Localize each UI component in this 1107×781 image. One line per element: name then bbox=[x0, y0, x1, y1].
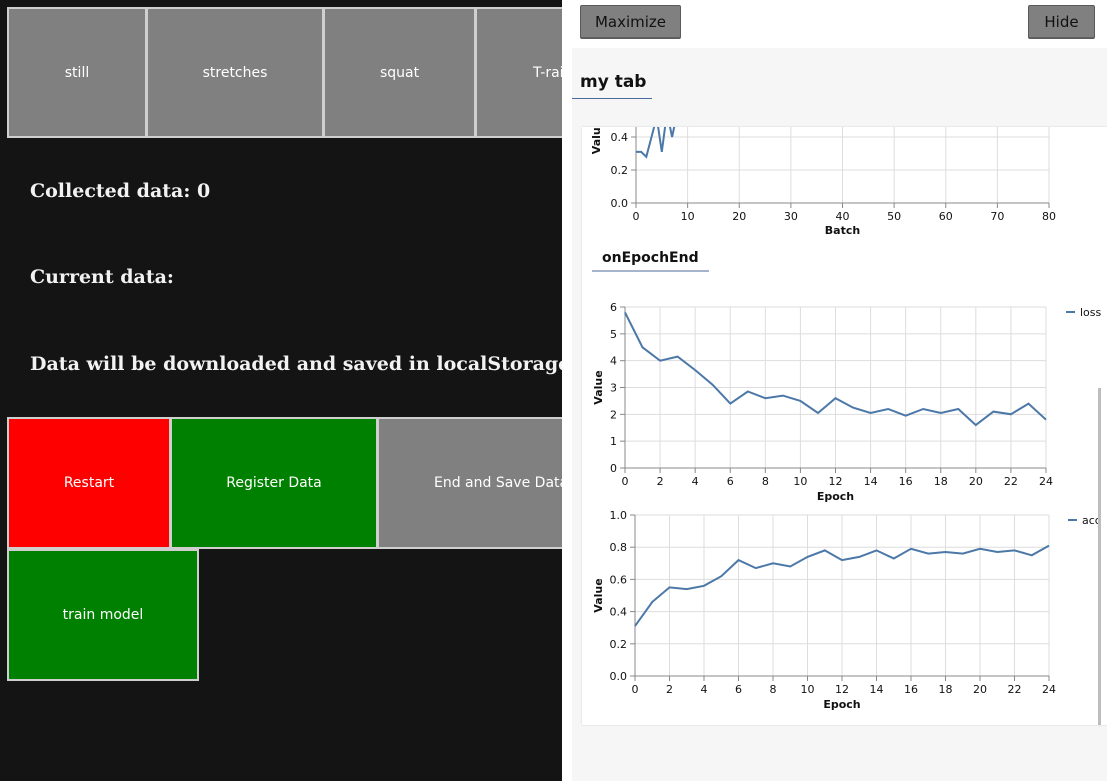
loss-y-tick-label: 0 bbox=[610, 462, 617, 475]
acc-y-tick-label: 0.0 bbox=[610, 670, 628, 683]
acc-x-axis-title: Epoch bbox=[823, 698, 860, 711]
visor-panel: Maximize Hide my tab 0 10 20 30 40 50 60 70 80 0.… bbox=[562, 0, 1107, 781]
loss-x-tick-label: 2 bbox=[657, 475, 664, 488]
loss-x-tick-label: 16 bbox=[899, 475, 913, 488]
train-model-button[interactable]: train model bbox=[7, 549, 199, 681]
acc-y-tick-label: 0.4 bbox=[610, 606, 628, 619]
acc-y-axis-title: Value bbox=[592, 578, 605, 612]
loss-x-tick-label: 0 bbox=[622, 475, 629, 488]
acc-x-tick-label: 20 bbox=[973, 683, 987, 696]
loss-x-tick-label: 12 bbox=[829, 475, 843, 488]
acc-x-tick-label: 22 bbox=[1008, 683, 1022, 696]
batch-x-tick-label: 10 bbox=[681, 210, 695, 223]
acc-x-tick-label: 14 bbox=[870, 683, 884, 696]
acc-y-tick-label: 0.6 bbox=[610, 573, 628, 586]
batch-y-tick-label: 0.0 bbox=[611, 197, 629, 210]
loss-y-tick-label: 6 bbox=[610, 301, 617, 314]
visor-surface: 0 10 20 30 40 50 60 70 80 0.0 0.2 0.4 Batch Value onE… bbox=[582, 120, 1107, 725]
label-still-button[interactable]: still bbox=[7, 7, 147, 138]
tab-my-tab[interactable]: my tab bbox=[580, 72, 646, 92]
loss-x-tick-label: 10 bbox=[793, 475, 807, 488]
acc-x-tick-label: 6 bbox=[735, 683, 742, 696]
batch-x-tick-label: 40 bbox=[836, 210, 850, 223]
loss-x-tick-label: 24 bbox=[1039, 475, 1053, 488]
acc-x-tick-label: 16 bbox=[904, 683, 918, 696]
label-stretches-button[interactable]: stretches bbox=[146, 7, 324, 138]
acc-x-tick-label: 24 bbox=[1042, 683, 1056, 696]
loss-y-tick-label: 1 bbox=[610, 435, 617, 448]
collected-data-text: Collected data: 0 bbox=[30, 180, 211, 202]
batch-y-tick-label: 0.2 bbox=[611, 164, 629, 177]
loss-y-tick-label: 2 bbox=[610, 408, 617, 421]
maximize-button[interactable]: Maximize bbox=[580, 5, 681, 39]
register-data-button[interactable]: Register Data bbox=[170, 417, 378, 549]
acc-x-tick-label: 10 bbox=[801, 683, 815, 696]
batch-y-tick-label: 0.4 bbox=[611, 131, 629, 144]
loss-x-tick-label: 20 bbox=[969, 475, 983, 488]
loss-x-axis-title: Epoch bbox=[817, 490, 854, 503]
tab-panel: my tab 0 10 20 30 40 50 60 70 80 0.0 0.2 0.4 Batch Va… bbox=[572, 48, 1107, 781]
visor-scrollbar[interactable] bbox=[1098, 388, 1101, 725]
loss-x-tick-label: 22 bbox=[1004, 475, 1018, 488]
loss-chart: 0 2 4 6 8 10 12 14 16 18 20 22 240123456EpochValuelo… bbox=[592, 301, 1102, 503]
loss-y-tick-label: 5 bbox=[610, 328, 617, 341]
batch-series-line bbox=[636, 127, 676, 159]
acc-y-tick-label: 1.0 bbox=[610, 509, 628, 522]
loss-y-tick-label: 3 bbox=[610, 382, 617, 395]
loss-y-axis-title: Value bbox=[592, 370, 605, 404]
batch-x-tick-label: 0 bbox=[633, 210, 640, 223]
loss-x-tick-label: 18 bbox=[934, 475, 948, 488]
batch-y-axis-title: Value bbox=[590, 127, 603, 154]
loss-x-tick-label: 8 bbox=[762, 475, 769, 488]
acc-x-tick-label: 12 bbox=[835, 683, 849, 696]
batch-x-tick-label: 60 bbox=[939, 210, 953, 223]
acc-x-tick-label: 18 bbox=[939, 683, 953, 696]
label-squat-button[interactable]: squat bbox=[323, 7, 476, 138]
acc-chart: 0 2 4 6 8 10 12 14 16 18 20 22 240.00.20.40.60.81.0E… bbox=[592, 509, 1101, 711]
charts-svg: 0 10 20 30 40 50 60 70 800.00.20.4BatchValue onE… bbox=[590, 120, 1102, 711]
acc-x-tick-label: 8 bbox=[770, 683, 777, 696]
acc-x-tick-label: 4 bbox=[701, 683, 708, 696]
acc-y-tick-label: 0.2 bbox=[610, 638, 628, 651]
batch-x-tick-label: 80 bbox=[1042, 210, 1056, 223]
batch-x-tick-label: 50 bbox=[887, 210, 901, 223]
batch-x-tick-label: 20 bbox=[732, 210, 746, 223]
loss-x-tick-label: 6 bbox=[727, 475, 734, 488]
batch-x-tick-label: 70 bbox=[990, 210, 1004, 223]
restart-button[interactable]: Restart bbox=[7, 417, 171, 549]
acc-x-tick-label: 2 bbox=[666, 683, 673, 696]
loss-x-tick-label: 14 bbox=[864, 475, 878, 488]
acc-x-tick-label: 0 bbox=[632, 683, 639, 696]
download-note-text: Data will be downloaded and saved in loc… bbox=[30, 353, 571, 375]
batch-x-tick-label: 30 bbox=[784, 210, 798, 223]
acc-y-tick-label: 0.8 bbox=[610, 541, 628, 554]
current-data-text: Current data: bbox=[30, 266, 174, 288]
section-title: onEpochEnd bbox=[602, 250, 699, 266]
hide-button[interactable]: Hide bbox=[1028, 5, 1095, 39]
batch-x-axis-title: Batch bbox=[825, 224, 860, 237]
batch-chart: 0 10 20 30 40 50 60 70 80 0.0 0.2 0.4 Batch Value bbox=[590, 120, 1056, 237]
loss-y-tick-label: 4 bbox=[610, 355, 617, 368]
loss-x-tick-label: 4 bbox=[692, 475, 699, 488]
tab-underline bbox=[572, 98, 652, 99]
loss-legend-label: loss bbox=[1080, 306, 1102, 319]
